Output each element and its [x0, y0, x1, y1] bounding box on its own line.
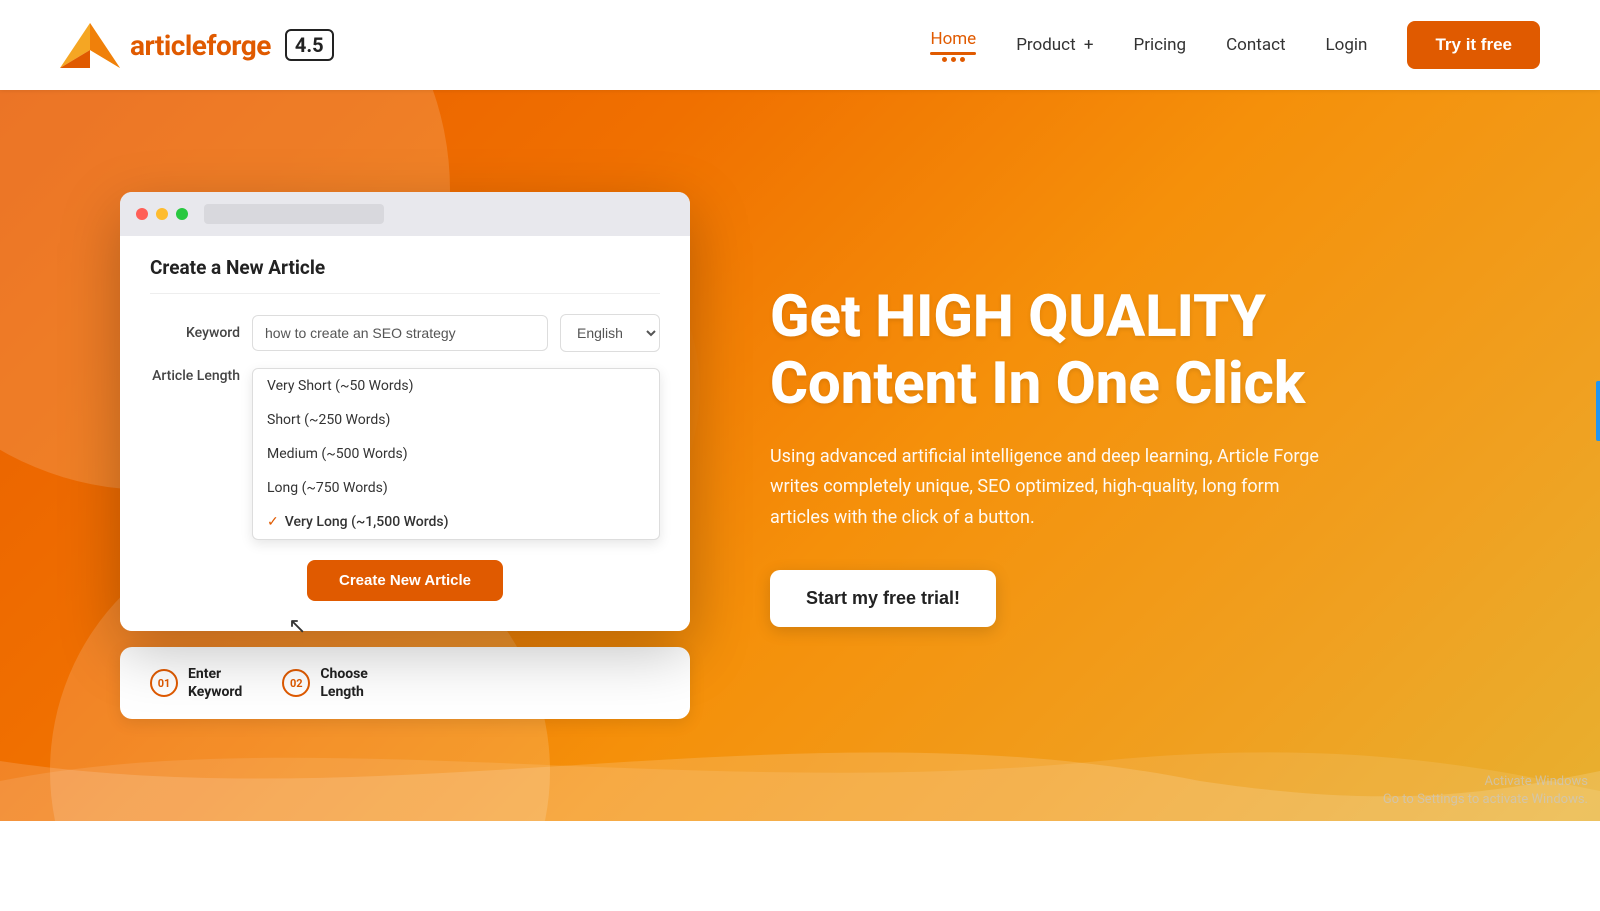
language-select[interactable]: English	[560, 314, 660, 352]
try-free-button[interactable]: Try it free	[1407, 21, 1540, 69]
article-length-row: Article Length Very Short (~50 Words) Sh…	[150, 368, 660, 540]
length-dropdown[interactable]: Very Short (~50 Words) Short (~250 Words…	[252, 368, 660, 540]
mock-browser-container: Create a New Article Keyword English Art…	[120, 192, 690, 719]
length-option-3[interactable]: Medium (~500 Words)	[253, 437, 659, 471]
header: articleforge 4.5 Home Product + Pricing …	[0, 0, 1600, 90]
article-length-label: Article Length	[150, 368, 240, 384]
keyword-input[interactable]	[252, 315, 548, 351]
nav-login[interactable]: Login	[1326, 35, 1368, 55]
nav-contact[interactable]: Contact	[1226, 35, 1285, 55]
nav-product[interactable]: Product +	[1016, 35, 1093, 55]
hero-text-area: Get HIGH QUALITY Content In One Click Us…	[690, 284, 1520, 626]
length-option-4[interactable]: Long (~750 Words)	[253, 471, 659, 505]
hero-heading: Get HIGH QUALITY Content In One Click	[770, 284, 1520, 417]
check-icon: ✓	[267, 514, 279, 530]
browser-bar	[120, 192, 690, 236]
step-2: 02 ChooseLength	[282, 665, 368, 701]
steps-bar: 01 EnterKeyword 02 ChooseLength	[120, 647, 690, 719]
create-article-button[interactable]: Create New Article	[307, 560, 503, 601]
logo-icon	[60, 18, 120, 73]
nav-pricing[interactable]: Pricing	[1134, 35, 1187, 55]
form-title: Create a New Article	[150, 256, 660, 294]
dropdown-menu: Very Short (~50 Words) Short (~250 Words…	[252, 368, 660, 540]
length-option-2[interactable]: Short (~250 Words)	[253, 403, 659, 437]
mock-browser: Create a New Article Keyword English Art…	[120, 192, 690, 631]
logo-text: articleforge	[130, 29, 271, 62]
free-trial-button[interactable]: Start my free trial!	[770, 570, 996, 627]
cursor-indicator: ↖	[288, 614, 306, 639]
logo[interactable]: articleforge 4.5	[60, 18, 334, 73]
hero-section: Create a New Article Keyword English Art…	[0, 90, 1600, 821]
step-1-text: EnterKeyword	[188, 665, 242, 701]
create-btn-row: Create New Article	[150, 560, 660, 601]
length-option-1[interactable]: Very Short (~50 Words)	[253, 369, 659, 403]
browser-address-bar	[204, 204, 384, 224]
keyword-label: Keyword	[150, 325, 240, 341]
scroll-indicator[interactable]	[1596, 381, 1600, 441]
step-1: 01 EnterKeyword	[150, 665, 242, 701]
hero-subtext: Using advanced artificial intelligence a…	[770, 442, 1330, 534]
step-2-text: ChooseLength	[320, 665, 368, 701]
keyword-row: Keyword English	[150, 314, 660, 352]
browser-content: Create a New Article Keyword English Art…	[120, 236, 690, 631]
step-2-number: 02	[282, 669, 310, 697]
nav-home[interactable]: Home	[930, 29, 976, 62]
browser-dot-red	[136, 208, 148, 220]
browser-dot-yellow	[156, 208, 168, 220]
main-nav: Home Product + Pricing Contact Login Try…	[930, 21, 1540, 69]
browser-dot-green	[176, 208, 188, 220]
length-option-5[interactable]: ✓ Very Long (~1,500 Words)	[253, 505, 659, 539]
windows-watermark: Activate Windows Go to Settings to activ…	[1383, 773, 1588, 809]
logo-version: 4.5	[285, 29, 334, 61]
step-1-number: 01	[150, 669, 178, 697]
